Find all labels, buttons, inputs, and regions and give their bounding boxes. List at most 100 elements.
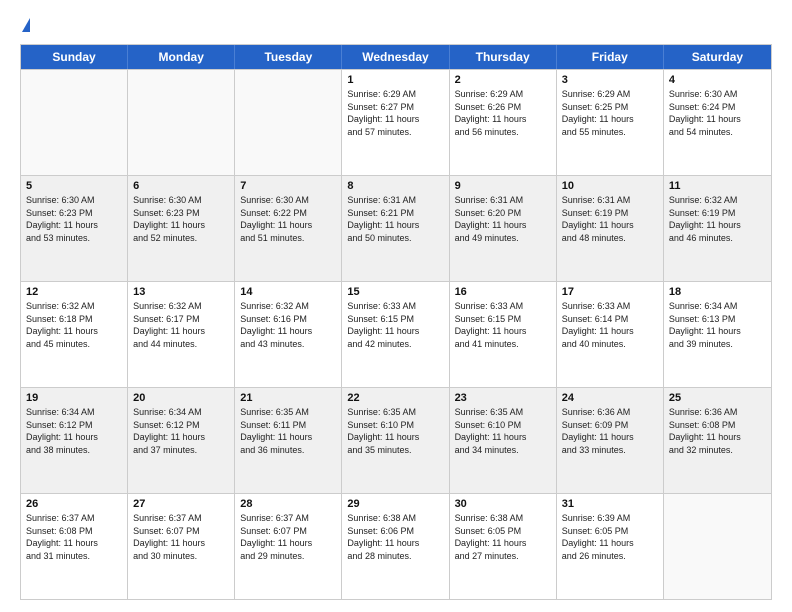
cell-day-number: 29 — [347, 498, 443, 510]
cell-info: Sunrise: 6:36 AM Sunset: 6:08 PM Dayligh… — [669, 406, 766, 456]
cell-day-number: 31 — [562, 498, 658, 510]
cell-day-number: 1 — [347, 74, 443, 86]
cell-info: Sunrise: 6:33 AM Sunset: 6:14 PM Dayligh… — [562, 300, 658, 350]
cell-info: Sunrise: 6:37 AM Sunset: 6:07 PM Dayligh… — [133, 512, 229, 562]
cell-day-number: 23 — [455, 392, 551, 404]
cell-info: Sunrise: 6:38 AM Sunset: 6:05 PM Dayligh… — [455, 512, 551, 562]
calendar-cell: 13 Sunrise: 6:32 AM Sunset: 6:17 PM Dayli… — [128, 282, 235, 387]
cell-info: Sunrise: 6:37 AM Sunset: 6:08 PM Dayligh… — [26, 512, 122, 562]
cell-info: Sunrise: 6:34 AM Sunset: 6:12 PM Dayligh… — [26, 406, 122, 456]
header-day-tuesday: Tuesday — [235, 45, 342, 69]
calendar-cell: 4 Sunrise: 6:30 AM Sunset: 6:24 PM Daylig… — [664, 70, 771, 175]
logo — [20, 18, 30, 34]
cell-day-number: 30 — [455, 498, 551, 510]
cell-info: Sunrise: 6:30 AM Sunset: 6:24 PM Dayligh… — [669, 88, 766, 138]
cell-day-number: 21 — [240, 392, 336, 404]
cell-day-number: 10 — [562, 180, 658, 192]
cell-info: Sunrise: 6:32 AM Sunset: 6:19 PM Dayligh… — [669, 194, 766, 244]
cell-info: Sunrise: 6:30 AM Sunset: 6:22 PM Dayligh… — [240, 194, 336, 244]
cell-info: Sunrise: 6:34 AM Sunset: 6:12 PM Dayligh… — [133, 406, 229, 456]
cell-info: Sunrise: 6:35 AM Sunset: 6:10 PM Dayligh… — [347, 406, 443, 456]
calendar-row-1: 5 Sunrise: 6:30 AM Sunset: 6:23 PM Daylig… — [21, 175, 771, 281]
calendar-cell — [235, 70, 342, 175]
calendar-cell: 20 Sunrise: 6:34 AM Sunset: 6:12 PM Dayli… — [128, 388, 235, 493]
cell-day-number: 18 — [669, 286, 766, 298]
calendar-cell: 8Sunrise: 6:31 AM Sunset: 6:21 PM Daylig… — [342, 176, 449, 281]
calendar-cell: 14 Sunrise: 6:32 AM Sunset: 6:16 PM Dayli… — [235, 282, 342, 387]
cell-info: Sunrise: 6:29 AM Sunset: 6:27 PM Dayligh… — [347, 88, 443, 138]
calendar-row-2: 12 Sunrise: 6:32 AM Sunset: 6:18 PM Dayli… — [21, 281, 771, 387]
cell-info: Sunrise: 6:32 AM Sunset: 6:16 PM Dayligh… — [240, 300, 336, 350]
cell-info: Sunrise: 6:33 AM Sunset: 6:15 PM Dayligh… — [455, 300, 551, 350]
calendar-cell: 2Sunrise: 6:29 AM Sunset: 6:26 PM Daylig… — [450, 70, 557, 175]
calendar-header: SundayMondayTuesdayWednesdayThursdayFrid… — [21, 45, 771, 69]
cell-info: Sunrise: 6:37 AM Sunset: 6:07 PM Dayligh… — [240, 512, 336, 562]
logo-triangle-icon — [22, 18, 30, 32]
calendar-cell: 11 Sunrise: 6:32 AM Sunset: 6:19 PM Dayli… — [664, 176, 771, 281]
cell-info: Sunrise: 6:31 AM Sunset: 6:19 PM Dayligh… — [562, 194, 658, 244]
calendar-cell: 31 Sunrise: 6:39 AM Sunset: 6:05 PM Dayli… — [557, 494, 664, 599]
cell-day-number: 22 — [347, 392, 443, 404]
calendar-cell: 19 Sunrise: 6:34 AM Sunset: 6:12 PM Dayli… — [21, 388, 128, 493]
calendar-cell: 15 Sunrise: 6:33 AM Sunset: 6:15 PM Dayli… — [342, 282, 449, 387]
page: SundayMondayTuesdayWednesdayThursdayFrid… — [0, 0, 792, 612]
cell-info: Sunrise: 6:36 AM Sunset: 6:09 PM Dayligh… — [562, 406, 658, 456]
calendar-cell: 18Sunrise: 6:34 AM Sunset: 6:13 PM Dayli… — [664, 282, 771, 387]
cell-day-number: 16 — [455, 286, 551, 298]
calendar-cell: 16 Sunrise: 6:33 AM Sunset: 6:15 PM Dayli… — [450, 282, 557, 387]
cell-info: Sunrise: 6:31 AM Sunset: 6:21 PM Dayligh… — [347, 194, 443, 244]
cell-info: Sunrise: 6:35 AM Sunset: 6:11 PM Dayligh… — [240, 406, 336, 456]
cell-day-number: 2 — [455, 74, 551, 86]
calendar-cell: 27 Sunrise: 6:37 AM Sunset: 6:07 PM Dayli… — [128, 494, 235, 599]
cell-info: Sunrise: 6:38 AM Sunset: 6:06 PM Dayligh… — [347, 512, 443, 562]
cell-info: Sunrise: 6:39 AM Sunset: 6:05 PM Dayligh… — [562, 512, 658, 562]
cell-day-number: 24 — [562, 392, 658, 404]
calendar-cell: 21 Sunrise: 6:35 AM Sunset: 6:11 PM Dayli… — [235, 388, 342, 493]
cell-day-number: 14 — [240, 286, 336, 298]
cell-day-number: 12 — [26, 286, 122, 298]
cell-day-number: 15 — [347, 286, 443, 298]
calendar-cell: 25Sunrise: 6:36 AM Sunset: 6:08 PM Dayli… — [664, 388, 771, 493]
cell-day-number: 28 — [240, 498, 336, 510]
header-day-thursday: Thursday — [450, 45, 557, 69]
cell-info: Sunrise: 6:33 AM Sunset: 6:15 PM Dayligh… — [347, 300, 443, 350]
cell-info: Sunrise: 6:32 AM Sunset: 6:18 PM Dayligh… — [26, 300, 122, 350]
calendar-cell: 17Sunrise: 6:33 AM Sunset: 6:14 PM Dayli… — [557, 282, 664, 387]
cell-info: Sunrise: 6:32 AM Sunset: 6:17 PM Dayligh… — [133, 300, 229, 350]
cell-day-number: 27 — [133, 498, 229, 510]
cell-info: Sunrise: 6:31 AM Sunset: 6:20 PM Dayligh… — [455, 194, 551, 244]
cell-info: Sunrise: 6:35 AM Sunset: 6:10 PM Dayligh… — [455, 406, 551, 456]
cell-info: Sunrise: 6:29 AM Sunset: 6:25 PM Dayligh… — [562, 88, 658, 138]
header-day-wednesday: Wednesday — [342, 45, 449, 69]
calendar-cell: 7Sunrise: 6:30 AM Sunset: 6:22 PM Daylig… — [235, 176, 342, 281]
cell-day-number: 20 — [133, 392, 229, 404]
calendar-cell: 23 Sunrise: 6:35 AM Sunset: 6:10 PM Dayli… — [450, 388, 557, 493]
calendar-cell: 6 Sunrise: 6:30 AM Sunset: 6:23 PM Daylig… — [128, 176, 235, 281]
cell-day-number: 6 — [133, 180, 229, 192]
logo-text — [20, 18, 30, 34]
cell-info: Sunrise: 6:30 AM Sunset: 6:23 PM Dayligh… — [26, 194, 122, 244]
calendar-cell: 24 Sunrise: 6:36 AM Sunset: 6:09 PM Dayli… — [557, 388, 664, 493]
calendar-cell: 22 Sunrise: 6:35 AM Sunset: 6:10 PM Dayli… — [342, 388, 449, 493]
cell-day-number: 5 — [26, 180, 122, 192]
cell-day-number: 19 — [26, 392, 122, 404]
calendar-cell: 12 Sunrise: 6:32 AM Sunset: 6:18 PM Dayli… — [21, 282, 128, 387]
cell-day-number: 26 — [26, 498, 122, 510]
calendar-cell: 3 Sunrise: 6:29 AM Sunset: 6:25 PM Daylig… — [557, 70, 664, 175]
cell-day-number: 13 — [133, 286, 229, 298]
cell-day-number: 4 — [669, 74, 766, 86]
calendar-body: 1 Sunrise: 6:29 AM Sunset: 6:27 PM Daylig… — [21, 69, 771, 599]
calendar-row-4: 26 Sunrise: 6:37 AM Sunset: 6:08 PM Dayli… — [21, 493, 771, 599]
cell-day-number: 9 — [455, 180, 551, 192]
cell-day-number: 11 — [669, 180, 766, 192]
calendar-cell: 10 Sunrise: 6:31 AM Sunset: 6:19 PM Dayli… — [557, 176, 664, 281]
header-day-monday: Monday — [128, 45, 235, 69]
calendar-cell: 1 Sunrise: 6:29 AM Sunset: 6:27 PM Daylig… — [342, 70, 449, 175]
calendar-row-0: 1 Sunrise: 6:29 AM Sunset: 6:27 PM Daylig… — [21, 69, 771, 175]
cell-day-number: 3 — [562, 74, 658, 86]
header-day-saturday: Saturday — [664, 45, 771, 69]
cell-info: Sunrise: 6:30 AM Sunset: 6:23 PM Dayligh… — [133, 194, 229, 244]
calendar-cell — [128, 70, 235, 175]
calendar-cell: 5 Sunrise: 6:30 AM Sunset: 6:23 PM Daylig… — [21, 176, 128, 281]
calendar: SundayMondayTuesdayWednesdayThursdayFrid… — [20, 44, 772, 600]
